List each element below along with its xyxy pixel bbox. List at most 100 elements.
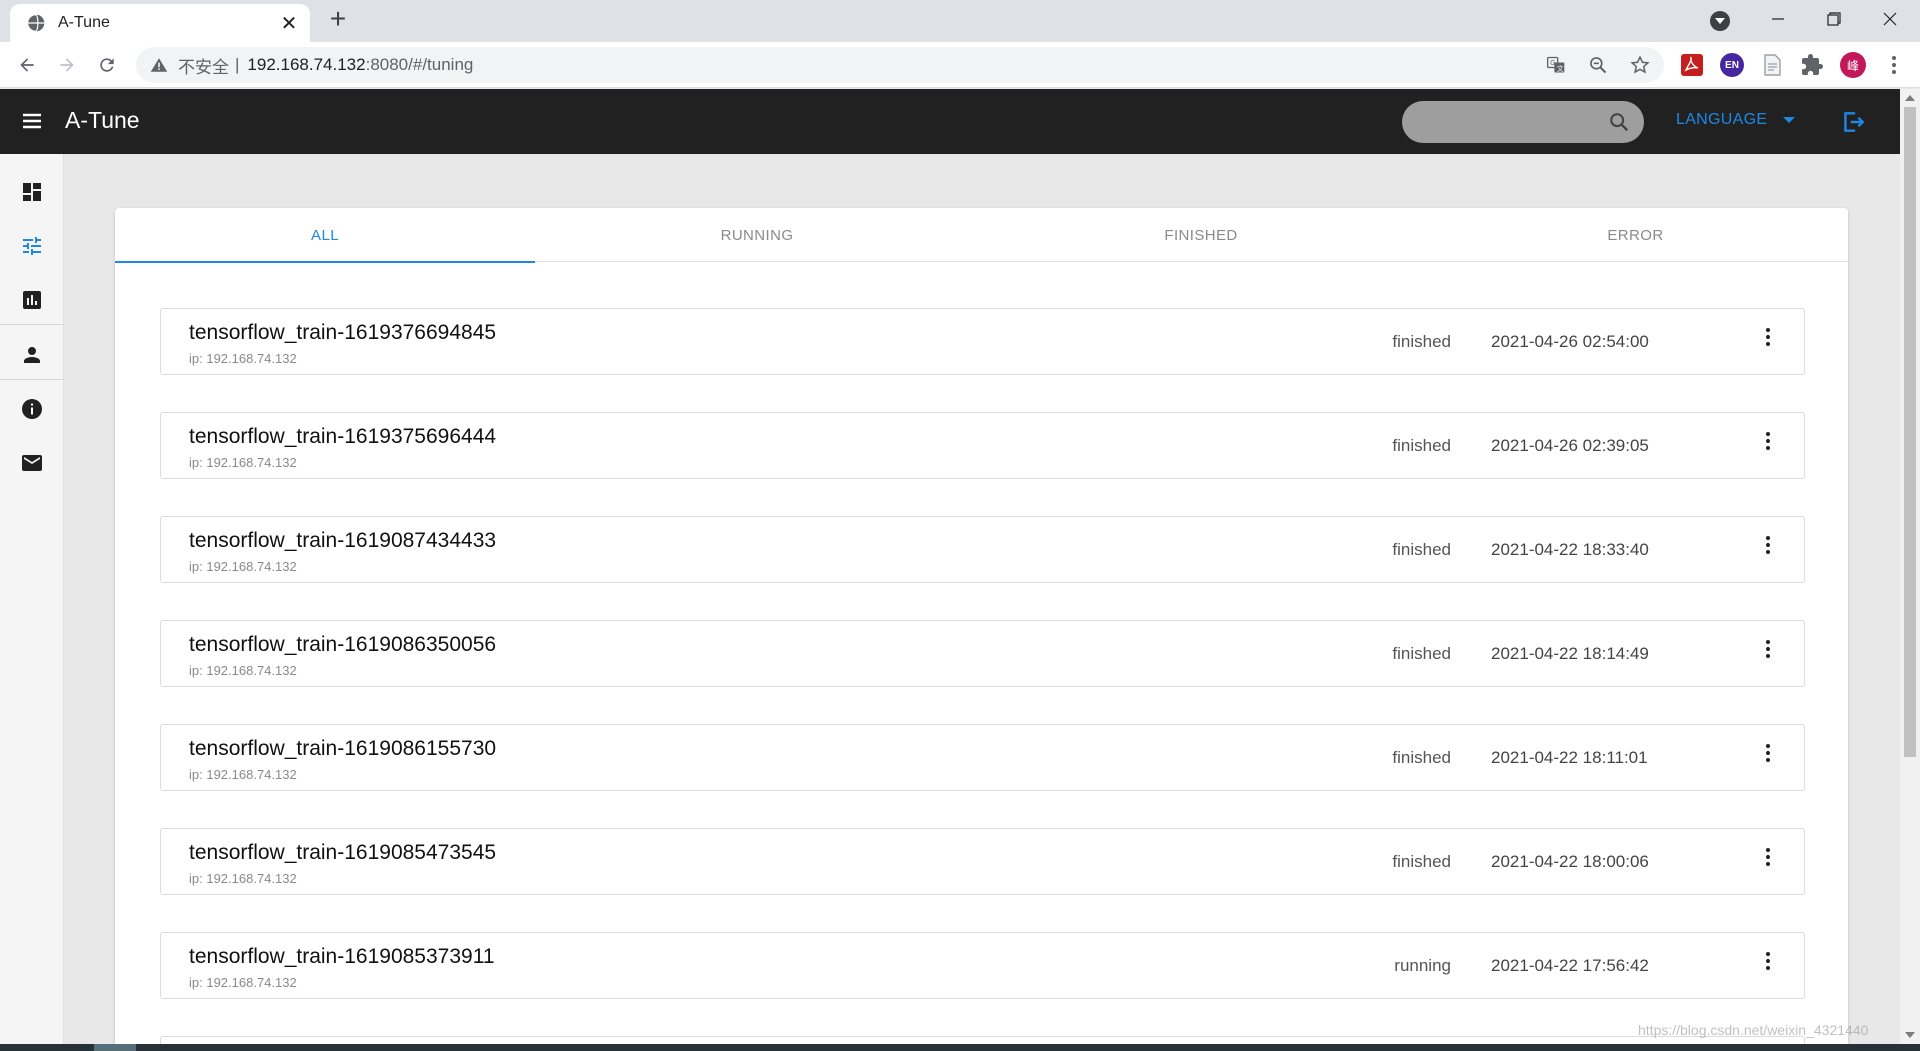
tuning-list-card: ALL RUNNING FINISHED ERROR tensorflow_tr…: [115, 208, 1848, 1051]
zoom-out-icon[interactable]: [1588, 55, 1608, 75]
tuning-timestamp: 2021-04-22 18:33:40: [1491, 540, 1649, 559]
tuning-ip: ip: 192.168.74.132: [189, 559, 297, 574]
app-bar: A-Tune LANGUAGE: [0, 89, 1900, 154]
info-icon[interactable]: [20, 397, 44, 421]
status-tabs: ALL RUNNING FINISHED ERROR: [115, 208, 1848, 263]
forward-arrow-icon[interactable]: [52, 50, 82, 80]
tune-icon[interactable]: [20, 234, 44, 258]
tab-running[interactable]: RUNNING: [535, 208, 979, 262]
tuning-ip: ip: 192.168.74.132: [189, 767, 297, 782]
puzzle-extension-icon[interactable]: [1800, 53, 1824, 77]
caret-down-icon: [1783, 117, 1796, 123]
status-badge: finished: [1392, 540, 1451, 559]
tuning-timestamp: 2021-04-22 18:00:06: [1491, 852, 1649, 871]
tuning-name: tensorflow_train-1619376694845: [189, 321, 497, 344]
status-badge: finished: [1392, 748, 1451, 767]
status-badge: running: [1394, 956, 1451, 975]
chart-icon[interactable]: [20, 288, 44, 312]
tuning-ip: ip: 192.168.74.132: [189, 871, 297, 886]
scroll-down-arrow[interactable]: [1905, 1032, 1915, 1038]
logout-icon[interactable]: [1840, 109, 1866, 135]
browser-tab-title: A-Tune: [58, 14, 110, 31]
reload-icon[interactable]: [92, 50, 122, 80]
table-row[interactable]: tensorflow_train-1619085373911 ip: 192.1…: [160, 932, 1805, 999]
tab-finished[interactable]: FINISHED: [979, 208, 1423, 262]
table-row[interactable]: tensorflow_train-1619086350056 ip: 192.1…: [160, 620, 1805, 687]
app-title: A-Tune: [65, 107, 140, 133]
profile-avatar[interactable]: 峰: [1840, 52, 1866, 78]
search-icon[interactable]: [1608, 111, 1630, 133]
window-close-icon[interactable]: [1862, 0, 1918, 38]
tuning-timestamp: 2021-04-26 02:54:00: [1491, 332, 1649, 351]
status-badge: finished: [1392, 852, 1451, 871]
person-icon[interactable]: [20, 343, 44, 367]
tab-all[interactable]: ALL: [115, 208, 535, 263]
address-bar[interactable]: 不安全 | 192.168.74.132 :8080/#/tuning G文: [136, 47, 1664, 83]
sidebar-divider: [0, 379, 63, 380]
plus-icon[interactable]: +: [324, 5, 352, 34]
tuning-name: tensorflow_train-1619087434433: [189, 529, 497, 552]
taskbar-segment: [94, 1044, 136, 1051]
warning-icon: [150, 58, 168, 72]
language-dropdown[interactable]: LANGUAGE: [1676, 111, 1796, 129]
more-vert-icon[interactable]: [1756, 637, 1780, 661]
tuning-name: tensorflow_train-1619086350056: [189, 633, 497, 656]
browser-toolbar: 不安全 | 192.168.74.132 :8080/#/tuning G文 E…: [0, 42, 1920, 88]
table-row[interactable]: tensorflow_train-1619085473545 ip: 192.1…: [160, 828, 1805, 895]
tuning-name: tensorflow_train-1619085473545: [189, 841, 497, 864]
table-row[interactable]: tensorflow_train-1619375696444 ip: 192.1…: [160, 412, 1805, 479]
table-row[interactable]: tensorflow_train-1619376694845 ip: 192.1…: [160, 308, 1805, 375]
more-vert-icon[interactable]: [1756, 845, 1780, 869]
watermark-text: https://blog.csdn.net/weixin_4321440: [1638, 1022, 1869, 1038]
url-path: :8080/#/tuning: [365, 55, 474, 74]
table-row[interactable]: tensorflow_train-1619087434433 ip: 192.1…: [160, 516, 1805, 583]
chevron-down-icon[interactable]: [1710, 11, 1730, 31]
close-icon[interactable]: ✕: [278, 11, 300, 36]
svg-text:G: G: [1550, 59, 1555, 67]
search-input[interactable]: [1402, 101, 1644, 143]
url-separator: |: [235, 55, 240, 74]
back-arrow-icon[interactable]: [12, 50, 42, 80]
browser-tab-strip: A-Tune ✕ +: [0, 0, 1920, 42]
mail-icon[interactable]: [20, 451, 44, 475]
browser-tab[interactable]: A-Tune ✕: [10, 4, 310, 42]
sidebar-divider: [0, 324, 63, 325]
en-extension-icon[interactable]: EN: [1720, 53, 1744, 77]
tuning-timestamp: 2021-04-22 18:11:01: [1491, 748, 1648, 767]
more-vert-icon[interactable]: [1756, 949, 1780, 973]
star-icon[interactable]: [1630, 55, 1650, 75]
dashboard-icon[interactable]: [20, 180, 44, 204]
tab-error[interactable]: ERROR: [1423, 208, 1848, 262]
insecure-label: 不安全: [178, 57, 229, 77]
tuning-timestamp: 2021-04-26 02:39:05: [1491, 436, 1649, 455]
more-vert-icon[interactable]: [1882, 53, 1906, 77]
tuning-ip: ip: 192.168.74.132: [189, 975, 297, 990]
pdf-extension-icon[interactable]: [1680, 53, 1704, 77]
document-extension-icon[interactable]: [1760, 53, 1784, 77]
more-vert-icon[interactable]: [1756, 533, 1780, 557]
page-scrollbar[interactable]: [1900, 89, 1920, 1044]
language-label: LANGUAGE: [1676, 111, 1768, 128]
scrollbar-thumb[interactable]: [1904, 107, 1916, 757]
tuning-name: tensorflow_train-1619086155730: [189, 737, 497, 760]
hamburger-menu-icon[interactable]: [20, 109, 44, 133]
tuning-timestamp: 2021-04-22 17:56:42: [1491, 956, 1649, 975]
translate-icon[interactable]: G文: [1546, 55, 1566, 75]
minimize-icon[interactable]: [1750, 0, 1806, 38]
more-vert-icon[interactable]: [1756, 429, 1780, 453]
more-vert-icon[interactable]: [1756, 741, 1780, 765]
taskbar-strip: [0, 1044, 1920, 1051]
sidebar: [0, 154, 64, 1044]
status-badge: finished: [1392, 436, 1451, 455]
tuning-ip: ip: 192.168.74.132: [189, 351, 297, 366]
tuning-ip: ip: 192.168.74.132: [189, 663, 297, 678]
globe-icon: [27, 14, 45, 32]
tuning-name: tensorflow_train-1619375696444: [189, 425, 497, 448]
tuning-name: tensorflow_train-1619085373911: [189, 945, 495, 968]
tuning-ip: ip: 192.168.74.132: [189, 455, 297, 470]
more-vert-icon[interactable]: [1756, 325, 1780, 349]
scroll-up-arrow[interactable]: [1905, 95, 1915, 101]
restore-icon[interactable]: [1806, 0, 1862, 38]
url-host: 192.168.74.132: [247, 55, 366, 74]
table-row[interactable]: tensorflow_train-1619086155730 ip: 192.1…: [160, 724, 1805, 791]
